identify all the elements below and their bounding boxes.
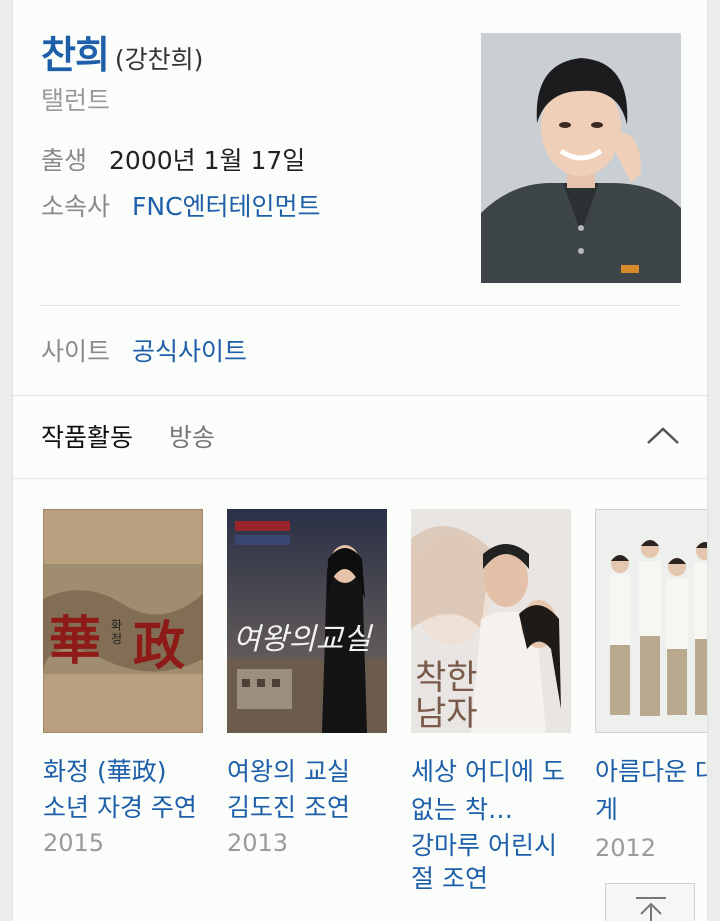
site-row: 사이트 공식사이트 xyxy=(41,332,247,368)
work-item[interactable]: 여왕의교실 여왕의 교실 김도진 조연 2013 xyxy=(227,509,387,862)
official-site-link[interactable]: 공식사이트 xyxy=(132,337,247,366)
work-title[interactable]: 화정 (華政) xyxy=(43,753,203,791)
svg-text:여왕의교실: 여왕의교실 xyxy=(233,622,373,657)
svg-text:華: 華 xyxy=(49,611,101,672)
occupation: 탤런트 xyxy=(41,86,111,115)
agency-label: 소속사 xyxy=(41,192,111,221)
work-poster[interactable] xyxy=(595,509,707,733)
work-item[interactable]: 아름다운 대에게 2012 xyxy=(595,509,707,867)
work-role[interactable]: 소년 자경 주연 xyxy=(43,791,203,824)
agency-link[interactable]: FNC엔터테인먼트 xyxy=(132,192,321,221)
works-list: 華 政 화 정 화정 (華政) 소년 자경 주연 2015 여왕의교실 여왕의 … xyxy=(43,509,707,921)
svg-text:政: 政 xyxy=(133,616,185,677)
works-title: 작품활동 xyxy=(41,423,134,452)
site-label: 사이트 xyxy=(41,337,111,366)
agency-row: 소속사 FNC엔터테인먼트 xyxy=(41,187,321,223)
profile-photo[interactable] xyxy=(481,33,681,283)
work-poster[interactable]: 여왕의교실 xyxy=(227,509,387,733)
stage-name: 찬희 xyxy=(41,33,110,77)
chevron-up-icon[interactable] xyxy=(641,416,685,456)
work-year: 2012 xyxy=(595,834,657,862)
birth-label: 출생 xyxy=(41,146,88,175)
work-poster[interactable]: 착한 남자 xyxy=(411,509,571,733)
birth-row: 출생 2000년 1월 17일 xyxy=(41,141,305,177)
scroll-top-button[interactable] xyxy=(605,883,695,921)
person-name: 찬희 (강찬희) xyxy=(41,24,203,79)
header-divider xyxy=(13,478,707,479)
work-title[interactable]: 세상 어디에 도 없는 착… xyxy=(411,753,571,829)
tab-broadcast[interactable]: 방송 xyxy=(169,418,215,454)
svg-text:정: 정 xyxy=(111,632,122,646)
birth-value: 2000년 1월 17일 xyxy=(109,146,306,175)
work-title[interactable]: 여왕의 교실 xyxy=(227,753,387,791)
svg-text:착한: 착한 xyxy=(415,658,478,698)
work-title[interactable]: 아름다운 대에게 xyxy=(595,753,707,829)
profile-card: 찬희 (강찬희) 탤런트 출생 2000년 1월 17일 소속사 FNC엔터테인먼트 xyxy=(12,0,708,921)
work-poster[interactable]: 華 政 화 정 xyxy=(43,509,203,733)
works-header: 작품활동 방송 xyxy=(13,396,707,478)
work-item[interactable]: 착한 남자 세상 어디에 도 없는 착… 강마루 어린시 절 조연 xyxy=(411,509,571,895)
profile-section: 찬희 (강찬희) 탤런트 출생 2000년 1월 17일 소속사 FNC엔터테인먼트 xyxy=(13,0,707,395)
work-item[interactable]: 華 政 화 정 화정 (華政) 소년 자경 주연 2015 xyxy=(43,509,203,862)
work-role[interactable]: 강마루 어린시 절 조연 xyxy=(411,829,571,895)
work-year: 2015 xyxy=(43,829,105,857)
work-year: 2013 xyxy=(227,829,289,857)
svg-text:화: 화 xyxy=(111,618,122,632)
work-role[interactable]: 김도진 조연 xyxy=(227,791,387,824)
divider xyxy=(41,305,681,306)
svg-text:남자: 남자 xyxy=(415,694,478,733)
real-name: (강찬희) xyxy=(114,45,204,74)
